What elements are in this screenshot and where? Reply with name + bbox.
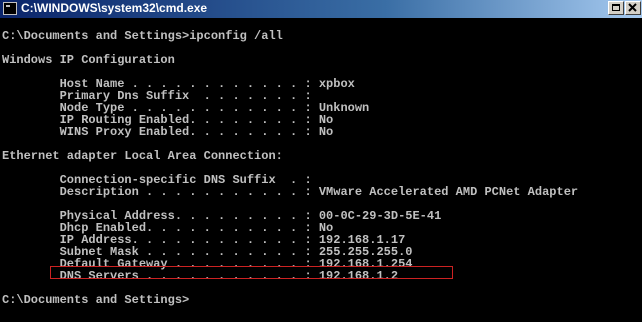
console-line-description: Description . . . . . . . . . . . : VMwa… <box>2 185 579 199</box>
console-output[interactable]: C:\Documents and Settings>ipconfig /all … <box>0 18 642 322</box>
cmd-console-icon[interactable] <box>3 2 17 15</box>
close-icon <box>628 3 637 12</box>
console-line-wins-proxy: WINS Proxy Enabled. . . . . . . . : No <box>2 125 334 139</box>
console-line-prompt: C:\Documents and Settings> <box>2 293 190 307</box>
title-bar[interactable]: C:\WINDOWS\system32\cmd.exe <box>0 0 642 18</box>
maximize-icon <box>612 4 620 11</box>
maximize-button[interactable] <box>608 1 624 15</box>
console-line-command: C:\Documents and Settings>ipconfig /all <box>2 29 283 43</box>
console-line-heading: Windows IP Configuration <box>2 53 175 67</box>
console-line-adapter-heading: Ethernet adapter Local Area Connection: <box>2 149 283 163</box>
window-title: C:\WINDOWS\system32\cmd.exe <box>21 1 208 15</box>
close-button[interactable] <box>625 1 641 15</box>
cmd-window: C:\WINDOWS\system32\cmd.exe C:\Documents… <box>0 0 642 322</box>
dns-servers-highlight <box>50 266 453 279</box>
